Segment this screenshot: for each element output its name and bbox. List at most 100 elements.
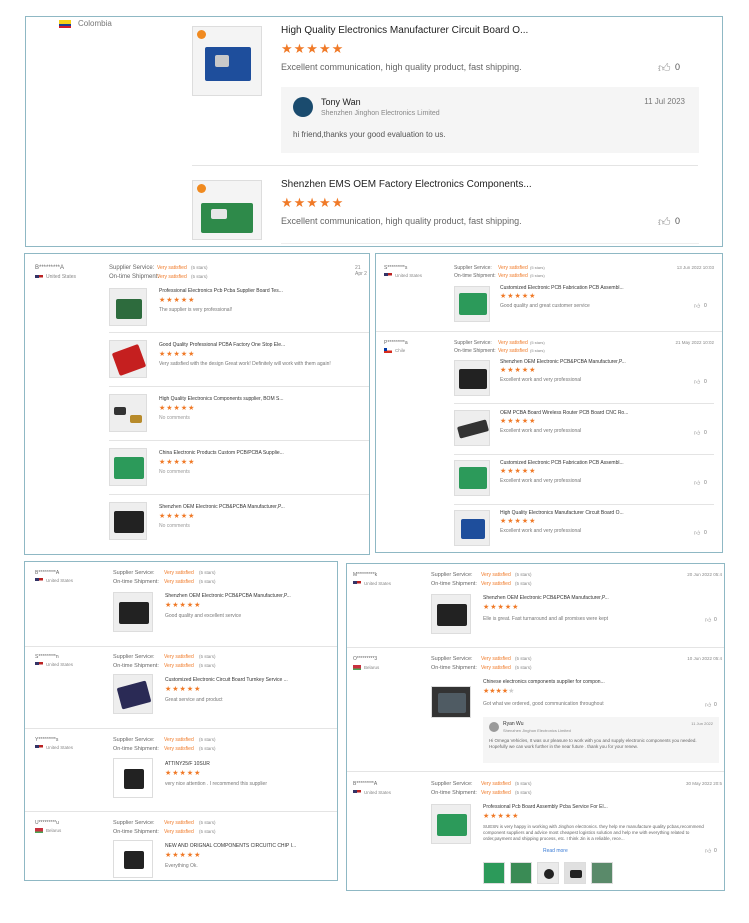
shipment-label: On-time Shipment:	[431, 581, 477, 587]
product-title-link[interactable]: Shenzhen EMS OEM Factory Electronics Com…	[281, 179, 532, 190]
rating-stars: ★★★★★	[165, 602, 202, 609]
supplier-service-status: Very satisfied	[164, 737, 194, 743]
review-comment: SUESN is very happy in working with Jing…	[483, 824, 704, 841]
thumbs-up-icon[interactable]: 👍︎	[658, 61, 671, 76]
product-thumbnail[interactable]	[431, 804, 471, 844]
rating-stars: ★★★★★	[165, 686, 202, 693]
rating-stars: ★★★★★	[500, 418, 537, 425]
product-title-link[interactable]: High Quality Electronics Manufacturer Ci…	[500, 510, 624, 516]
review-panel-left-bottom: B*********A United States Supplier Servi…	[24, 561, 338, 881]
product-thumbnail[interactable]	[109, 448, 147, 486]
reply-date: 11 Jun 2022	[691, 721, 713, 726]
shipment-status: Very satisfied	[498, 273, 528, 279]
product-title-link[interactable]: High Quality Electronics Components supp…	[159, 396, 284, 402]
review-comment: No comments	[159, 469, 190, 475]
product-thumbnail[interactable]	[109, 502, 147, 540]
read-more-link[interactable]: Read more	[543, 848, 568, 854]
reply-text: Hi Omega Vehicles, It was our pleasure t…	[489, 738, 697, 749]
review-photo[interactable]	[483, 862, 505, 884]
review-comment: Good quality and great customer service	[500, 303, 590, 309]
product-title-link[interactable]: Shenzhen OEM Electronic PCB&PCBA Manufac…	[159, 504, 285, 510]
product-thumbnail[interactable]	[454, 286, 490, 322]
product-title-link[interactable]: OEM PCBA Board Wireless Router PCB Board…	[500, 410, 628, 416]
avatar	[293, 97, 313, 117]
thumbs-up-icon[interactable]: 👍︎	[658, 215, 671, 230]
supplier-service-label: Supplier Service:	[113, 820, 155, 826]
product-thumbnail[interactable]	[113, 674, 153, 714]
thumbs-up-icon[interactable]: 👍︎	[705, 701, 711, 709]
product-thumbnail[interactable]	[454, 410, 490, 446]
product-thumbnail[interactable]	[109, 288, 147, 326]
thumbs-up-icon[interactable]: 👍︎	[705, 847, 711, 855]
product-thumbnail[interactable]	[454, 360, 490, 396]
rating-stars: ★★★★★	[500, 367, 537, 374]
shipment-status: Very satisfied	[481, 790, 511, 796]
product-title-link[interactable]: Shenzhen OEM Electronic PCB&PCBA Manufac…	[500, 359, 626, 365]
rating-stars: ★★★★★	[483, 688, 515, 695]
review-comment: Great service and product	[165, 697, 223, 703]
thumbs-up-icon[interactable]: 👍︎	[694, 302, 700, 310]
flag-us-icon	[353, 790, 361, 795]
product-thumbnail[interactable]	[454, 510, 490, 546]
review-panel-right-top: S*********s United States Supplier Servi…	[375, 253, 723, 553]
product-title-link[interactable]: NEW AND ORIGNAL COMPONENTS CIRCUITIC CHI…	[165, 843, 296, 849]
product-title-link[interactable]: Shenzhen OEM Electronic PCB&PCBA Manufac…	[165, 593, 291, 599]
product-thumbnail[interactable]	[113, 840, 153, 878]
product-title-link[interactable]: China Electronic Products Custom PCB/PCB…	[159, 450, 284, 456]
product-thumbnail[interactable]	[109, 340, 147, 378]
review-comment: Excellent work and very professional	[500, 377, 582, 383]
supplier-service-label: Supplier Service:	[431, 781, 473, 787]
product-title-link[interactable]: Shenzhen OEM Electronic PCB&PCBA Manufac…	[483, 595, 609, 601]
product-title-link[interactable]: Chinese electronics components supplier …	[483, 679, 605, 685]
thumbs-up-icon[interactable]: 👍︎	[694, 529, 700, 537]
product-title-link[interactable]: Professional Pcb Board Assembly Pcba Ser…	[483, 804, 608, 810]
supplier-service-label: Supplier Service:	[113, 654, 155, 660]
supplier-service-label: Supplier Service:	[109, 265, 155, 271]
reviewer-name: Y*********s	[35, 737, 59, 743]
rating-stars: ★★★★★	[483, 813, 520, 820]
product-thumbnail[interactable]	[113, 592, 153, 632]
reviewer-name: M*********k	[353, 572, 378, 578]
product-thumbnail[interactable]	[192, 26, 262, 96]
thumbs-up-icon[interactable]: 👍︎	[694, 378, 700, 386]
supplier-service-stars: (5 stars)	[515, 781, 532, 786]
reviewer-name: O*********3	[353, 656, 378, 662]
shipment-stars: (5 stars)	[191, 274, 208, 279]
rating-stars: ★★★★★	[159, 351, 196, 358]
review-photo[interactable]	[537, 862, 559, 884]
thumbs-up-icon[interactable]: 👍︎	[694, 429, 700, 437]
rating-stars: ★★★★★	[165, 852, 202, 859]
review-comment: Very satisfied with the design Great wor…	[159, 361, 331, 367]
like-count: 0	[675, 216, 681, 226]
product-thumbnail[interactable]	[192, 180, 262, 240]
product-title-link[interactable]: Customized Electronic Circuit Board Turn…	[165, 677, 288, 683]
product-title-link[interactable]: Customized Electronic PCB Fabrication PC…	[500, 460, 624, 466]
review-date: 21 Apr 2	[355, 265, 367, 277]
product-thumbnail[interactable]	[431, 686, 471, 718]
product-thumbnail[interactable]	[454, 460, 490, 496]
country-flag-colombia	[59, 20, 71, 28]
product-title-link[interactable]: ATTINY25/F 10SUR	[165, 761, 210, 767]
product-thumbnail[interactable]	[109, 394, 147, 432]
product-title-link[interactable]: Customized Electronic PCB Fabrication PC…	[500, 285, 624, 291]
review-photo[interactable]	[564, 862, 586, 884]
review-comment: The supplier is very professional!	[159, 307, 233, 313]
thumbs-up-icon[interactable]: 👍︎	[694, 479, 700, 487]
flag-us-icon	[35, 662, 43, 667]
review-comment: very nice attention . I recommend this s…	[165, 781, 267, 787]
product-title-link[interactable]: Professional Electronics Pcb Pcba Suppli…	[159, 288, 283, 294]
product-title-link[interactable]: High Quality Electronics Manufacturer Ci…	[281, 25, 528, 36]
review-date: 21 May 2022 10:02	[675, 340, 714, 345]
product-thumbnail[interactable]	[113, 758, 153, 798]
supplier-service-stars: (5 stars)	[530, 340, 545, 345]
product-title-link[interactable]: Good Quality Professional PCBA Factory O…	[159, 342, 285, 348]
review-panel-right-bottom: M*********k United States Supplier Servi…	[346, 563, 725, 891]
reviewer-name: B*********A	[353, 781, 378, 787]
review-photo[interactable]	[591, 862, 613, 884]
review-photo[interactable]	[510, 862, 532, 884]
supplier-service-stars: (5 stars)	[199, 737, 216, 742]
supplier-service-label: Supplier Service:	[454, 340, 492, 346]
thumbs-up-icon[interactable]: 👍︎	[705, 616, 711, 624]
supplier-service-status: Very satisfied	[164, 654, 194, 660]
product-thumbnail[interactable]	[431, 594, 471, 634]
